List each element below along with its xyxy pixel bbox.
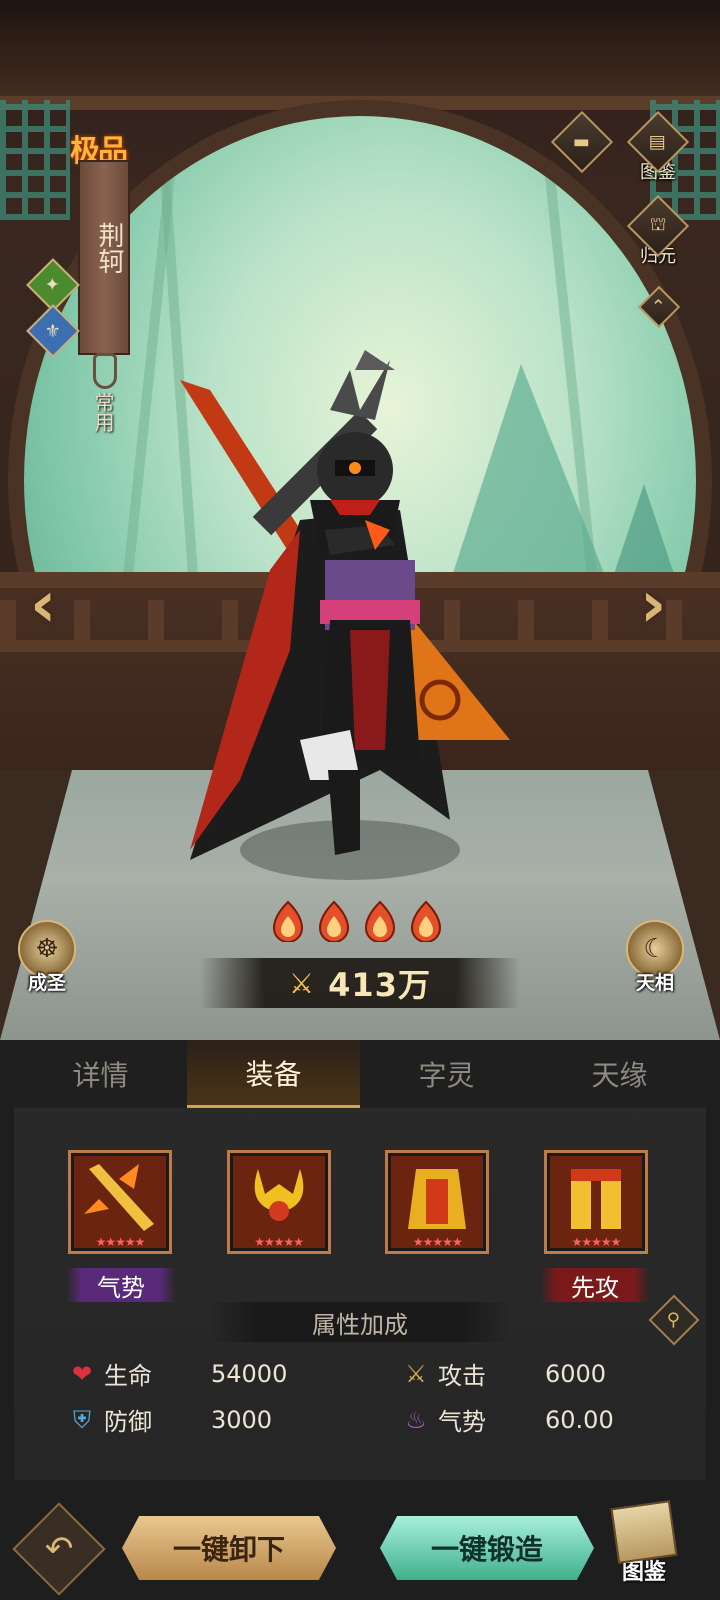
celestial-label: 天相 bbox=[635, 972, 674, 994]
flame-star-icon bbox=[406, 900, 446, 943]
stat-value: 54000 bbox=[211, 1359, 288, 1388]
prev-hero-arrow-icon[interactable]: ‹ bbox=[30, 568, 56, 642]
combat-power: ⚔ 413万 bbox=[200, 958, 520, 1008]
flame-star-icon bbox=[268, 900, 308, 943]
tab-details[interactable]: 详情 bbox=[14, 1040, 187, 1108]
stat-momentum: ♨ 气势 60.00 bbox=[400, 1402, 613, 1437]
codex-bottom-button[interactable]: 图鉴 bbox=[610, 1500, 678, 1586]
sainthood-label: 成圣 bbox=[27, 972, 66, 994]
hero-name: 荆轲 bbox=[94, 222, 124, 274]
scroll-icon: ▤ bbox=[626, 110, 690, 174]
purple-flame-icon: ♨ bbox=[405, 1405, 427, 1434]
hero-star-rating bbox=[268, 900, 446, 943]
unequip-all-button[interactable]: 一键卸下 bbox=[122, 1516, 336, 1580]
stat-label: 生命 bbox=[104, 1362, 152, 1390]
hero-scene: 极品 荆轲 常用 ✦ ⚜ ▬ ▤ 图鉴 ⛫ 归元 ⌃ ‹ › ⚔ 413万 ☸ … bbox=[0, 0, 720, 1040]
helmet-icon bbox=[254, 1169, 303, 1221]
next-hero-arrow-icon[interactable]: › bbox=[640, 568, 666, 642]
slot-stars: ★★★★★ bbox=[254, 1235, 304, 1249]
cauldron-icon: ⛫ bbox=[626, 194, 690, 258]
common-label[interactable]: 常用 bbox=[89, 392, 118, 432]
tab-word-spirit[interactable]: 字灵 bbox=[360, 1040, 533, 1108]
equip-slot-armor[interactable]: ★★★★★ bbox=[385, 1150, 490, 1254]
flame-star-icon bbox=[360, 900, 400, 943]
lattice-left bbox=[0, 100, 70, 220]
hero-character[interactable] bbox=[150, 350, 530, 880]
stat-hp: ❤ 生命 54000 bbox=[66, 1356, 287, 1391]
attribute-bonus-title: 属性加成 bbox=[210, 1302, 510, 1342]
stat-value: 3000 bbox=[211, 1405, 273, 1434]
slot-stars: ★★★★★ bbox=[571, 1235, 622, 1249]
equip-slot-helmet[interactable]: ★★★★★ bbox=[226, 1150, 331, 1254]
armor-icon bbox=[408, 1169, 467, 1229]
slot-stars: ★★★★★ bbox=[95, 1235, 146, 1249]
celestial-button[interactable]: ☾ 天相 bbox=[626, 920, 684, 995]
power-icon: ⚔ bbox=[289, 966, 315, 1000]
stat-value: 6000 bbox=[545, 1359, 607, 1388]
knot-ornament bbox=[93, 353, 117, 389]
search-icon: ⚲ bbox=[667, 1309, 681, 1331]
roof bbox=[0, 0, 720, 110]
power-value: 413万 bbox=[328, 966, 431, 1004]
flame-star-icon bbox=[314, 900, 354, 943]
momentum-tag: 气势 bbox=[66, 1268, 176, 1302]
chevron-up-icon: ⌃ bbox=[637, 285, 681, 329]
stat-label: 攻击 bbox=[438, 1362, 486, 1390]
stat-label: 防御 bbox=[104, 1408, 152, 1436]
book-icon bbox=[610, 1500, 678, 1564]
crossed-swords-icon: ⚔ bbox=[405, 1359, 427, 1388]
sainthood-button[interactable]: ☸ 成圣 bbox=[18, 920, 76, 995]
codex-button[interactable]: ▤ 图鉴 bbox=[626, 110, 690, 184]
tab-equipment[interactable]: 装备 bbox=[187, 1040, 360, 1108]
first-strike-tag: 先攻 bbox=[540, 1268, 650, 1302]
menu-icon: ▬ bbox=[550, 110, 614, 174]
stat-attack: ⚔ 攻击 6000 bbox=[400, 1356, 606, 1391]
equip-slot-boots[interactable]: ★★★★★ bbox=[543, 1150, 648, 1254]
equip-slot-weapon[interactable]: ★★★★★ bbox=[68, 1150, 172, 1254]
back-arrow-icon: ↶ bbox=[44, 1529, 74, 1569]
collapse-button[interactable]: ⌃ bbox=[637, 285, 681, 329]
stat-label: 气势 bbox=[438, 1408, 486, 1436]
stat-value: 60.00 bbox=[545, 1405, 614, 1434]
menu-button[interactable]: ▬ bbox=[550, 110, 614, 174]
return-origin-button[interactable]: ⛫ 归元 bbox=[626, 194, 690, 268]
weapon-icon bbox=[84, 1164, 154, 1231]
equipment-slots: ★★★★★ ★★★★★ ★★★★★ ★★★★★ bbox=[68, 1150, 648, 1254]
forge-all-button[interactable]: 一键锻造 bbox=[380, 1516, 594, 1580]
hero-name-banner: 荆轲 bbox=[78, 160, 130, 355]
stat-defense: ⛨ 防御 3000 bbox=[66, 1402, 272, 1437]
tab-bar: 详情 装备 字灵 天缘 bbox=[14, 1040, 706, 1108]
shield-icon: ⛨ bbox=[73, 1405, 91, 1434]
tab-destiny[interactable]: 天缘 bbox=[533, 1040, 706, 1108]
heart-icon: ❤ bbox=[71, 1359, 93, 1388]
slot-stars: ★★★★★ bbox=[412, 1235, 463, 1249]
boots-icon bbox=[570, 1169, 621, 1229]
